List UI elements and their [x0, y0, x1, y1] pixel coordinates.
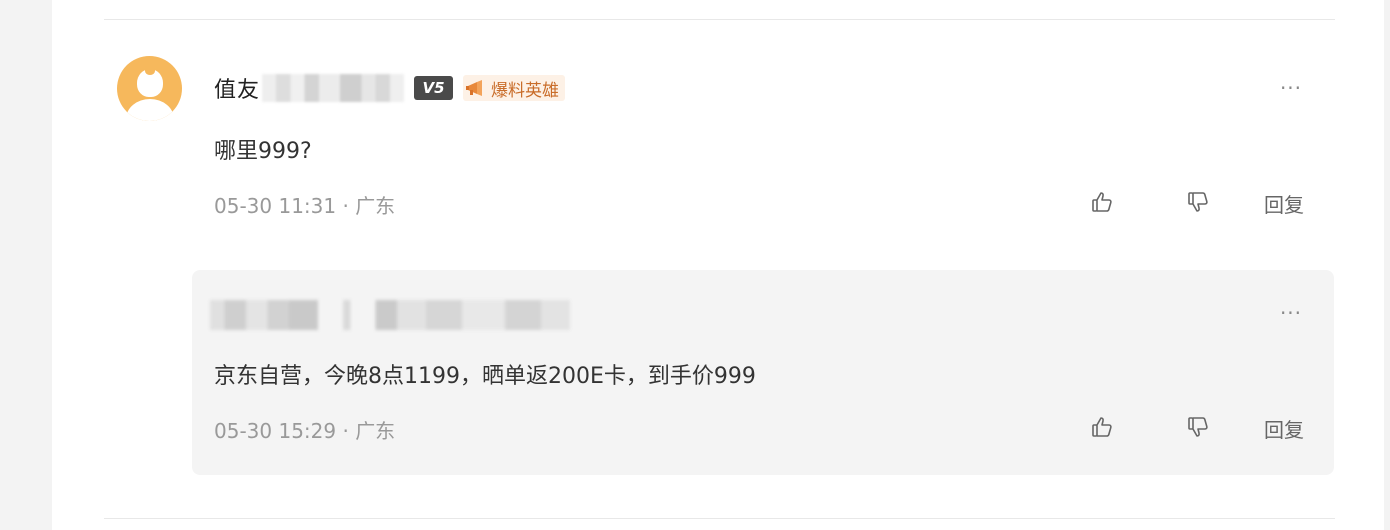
reply-thumbs-up-icon[interactable]: [1087, 412, 1117, 442]
divider-top: [104, 19, 1335, 20]
hero-badge[interactable]: 爆料英雄: [463, 75, 566, 101]
reply-username-blurred[interactable]: [210, 300, 570, 330]
left-gutter: [0, 0, 52, 530]
meta-separator: ·: [336, 419, 356, 443]
reply-timestamp: 05-30 15:29: [214, 419, 337, 443]
comment-meta: 05-30 11:31 · 广东: [214, 190, 395, 219]
reply-reply-button[interactable]: 回复: [1264, 414, 1304, 443]
reply-meta: 05-30 15:29 · 广东: [214, 415, 395, 444]
right-gutter: [1384, 0, 1390, 530]
comment-timestamp: 05-30 11:31: [214, 194, 337, 218]
megaphone-icon: [465, 78, 487, 98]
thumbs-down-icon[interactable]: [1183, 187, 1213, 217]
username[interactable]: 值友: [214, 72, 260, 104]
meta-separator: ·: [336, 194, 356, 218]
reply-button[interactable]: 回复: [1264, 189, 1304, 218]
level-badge: V5: [414, 76, 454, 100]
reply-more-icon[interactable]: ···: [1276, 303, 1306, 327]
hero-badge-label: 爆料英雄: [491, 80, 560, 101]
more-icon[interactable]: ···: [1276, 78, 1306, 102]
comment-location: 广东: [355, 194, 396, 218]
comment-text: 哪里999?: [214, 139, 312, 164]
avatar[interactable]: [117, 56, 182, 121]
username-blurred[interactable]: [262, 74, 405, 102]
reply-thumbs-down-icon[interactable]: [1183, 412, 1213, 442]
reply-text: 京东自营，今晚8点1199，晒单返200E卡，到手价999: [214, 364, 756, 389]
comment-header: 值友 V5 爆料英雄: [214, 72, 566, 104]
divider-bottom: [104, 518, 1335, 519]
reply-location: 广东: [355, 419, 396, 443]
thumbs-up-icon[interactable]: [1087, 187, 1117, 217]
